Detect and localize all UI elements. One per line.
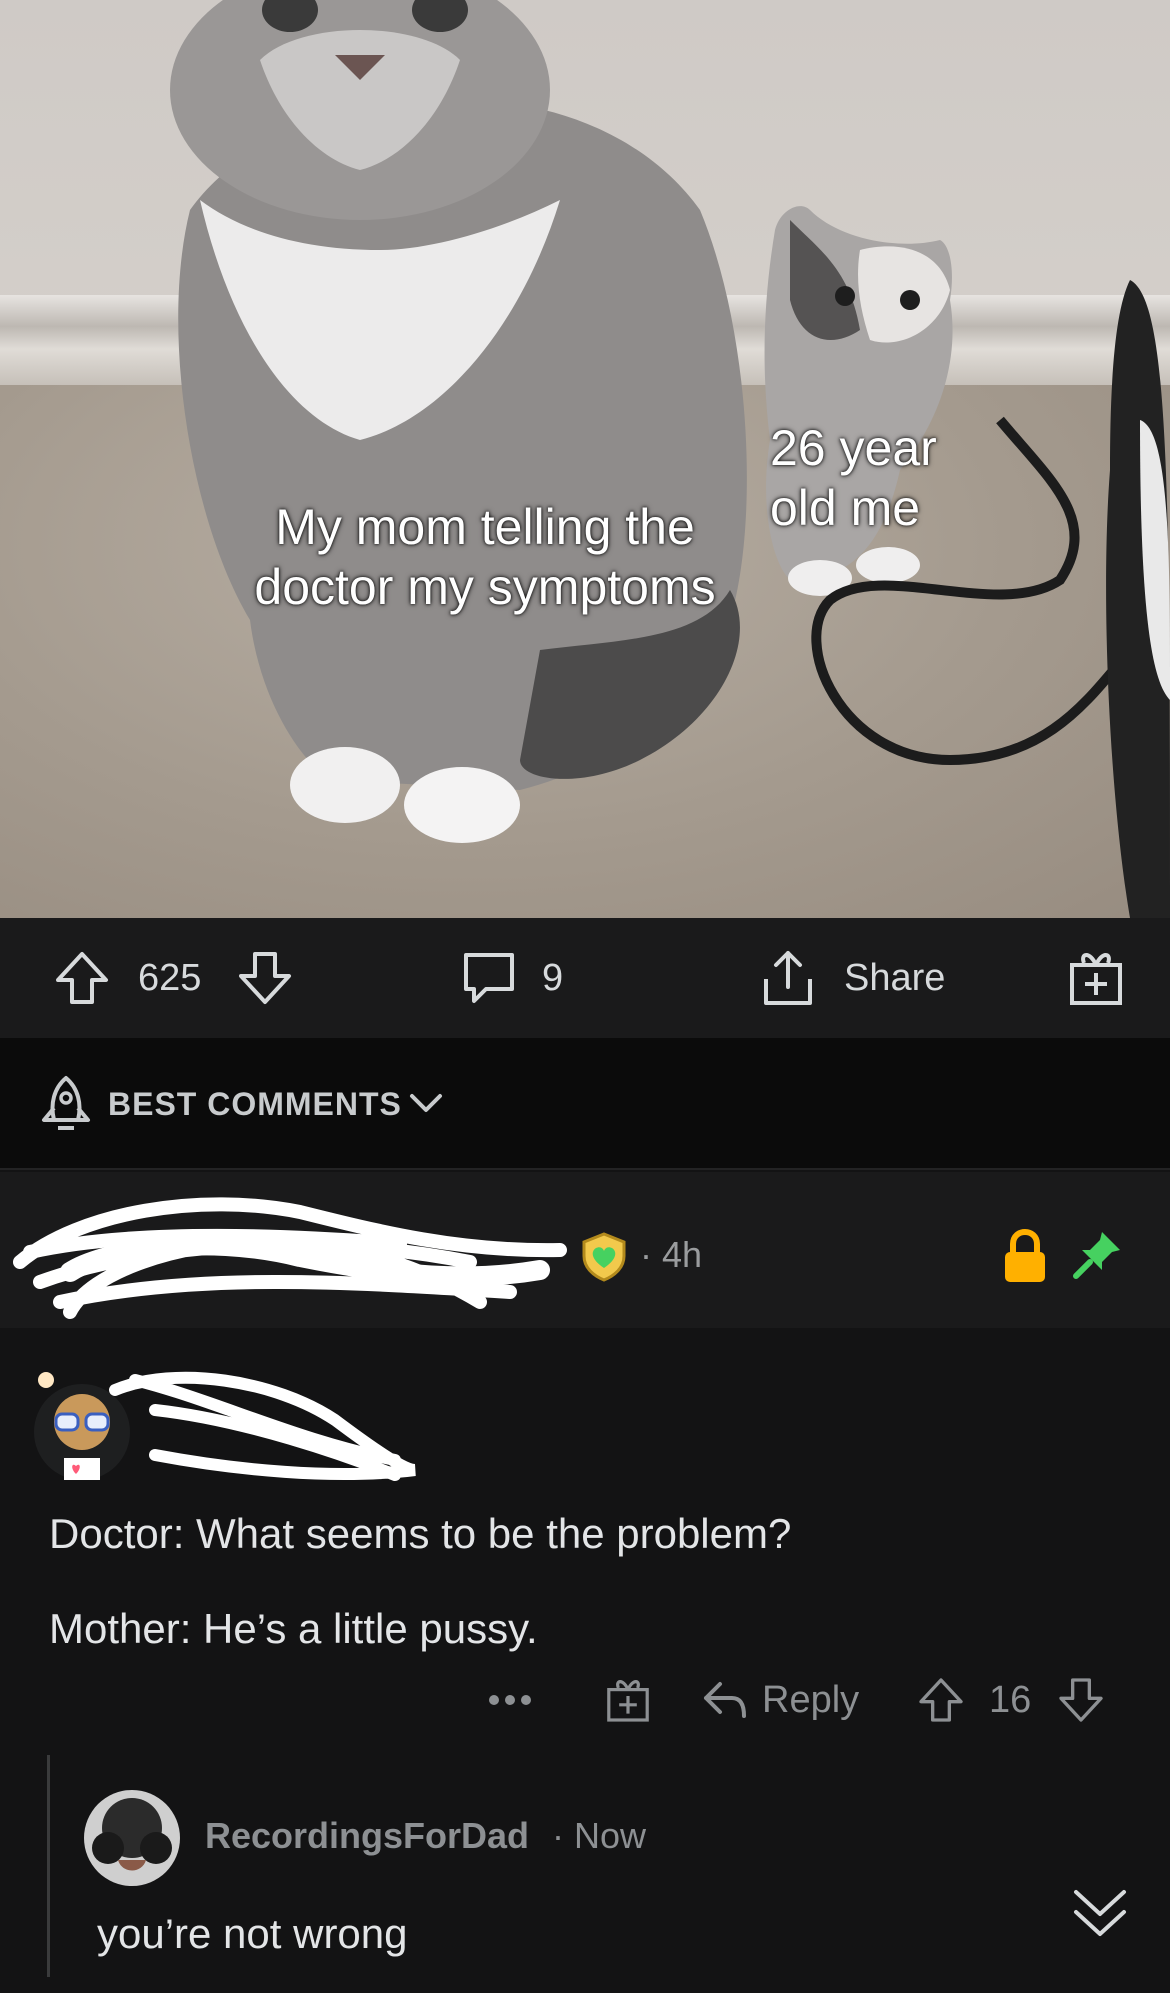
- rocket-icon: [42, 1076, 90, 1130]
- comment-line-1: Doctor: What seems to be the problem?: [49, 1510, 792, 1557]
- meme-caption-right: 26 year old me: [770, 420, 937, 536]
- upvote-arrow-icon: [56, 952, 108, 1004]
- share-icon: [764, 951, 812, 1005]
- reply-button[interactable]: Reply: [702, 1660, 859, 1740]
- meme-caption-left: My mom telling the doctor my symptoms: [254, 499, 716, 615]
- ellipsis-icon: [489, 1695, 531, 1705]
- comment-upvote-button[interactable]: [916, 1660, 966, 1740]
- comment-sort-bar[interactable]: BEST COMMENTS: [0, 1038, 1170, 1170]
- more-options-button[interactable]: [488, 1660, 532, 1740]
- collapse-chevron-icon[interactable]: [1068, 1880, 1132, 1944]
- comment-score: 16: [989, 1678, 1032, 1721]
- comment-line-2: Mother: He’s a little pussy.: [49, 1605, 538, 1652]
- pin-icon: [1073, 1232, 1120, 1279]
- reply-arrow-icon: [704, 1682, 746, 1718]
- mod-comment-collapsed[interactable]: · 4h: [0, 1172, 1170, 1328]
- comment: Doctor: What seems to be the problem? Mo…: [0, 1330, 1170, 1993]
- award-button[interactable]: [1066, 918, 1126, 1038]
- redaction-scribble: [13, 1197, 567, 1319]
- comment-count: 9: [542, 956, 564, 999]
- post-image[interactable]: 26 year old me My mom telling the doctor…: [0, 0, 1170, 918]
- downvote-button[interactable]: [235, 918, 295, 1038]
- gift-icon: [607, 1680, 649, 1722]
- upvote-button[interactable]: [52, 918, 112, 1038]
- comment-downvote-button[interactable]: [1056, 1660, 1106, 1740]
- lock-icon: [1005, 1228, 1045, 1282]
- comment-bubble-icon: [464, 953, 514, 1003]
- reply-text: you’re not wrong: [97, 1910, 408, 1957]
- cats-illustration: [170, 0, 1170, 918]
- upvote-arrow-icon: [919, 1678, 963, 1722]
- reply-time: · Now: [552, 1815, 647, 1856]
- reply-avatar[interactable]: [82, 1788, 182, 1888]
- reddit-post-screen: { "post": { "caption_left": "My mom tell…: [0, 0, 1170, 1993]
- thread-line[interactable]: [47, 1755, 50, 1977]
- comments-button[interactable]: 9: [458, 918, 563, 1038]
- redaction-scribble: [109, 1371, 416, 1481]
- chevron-down-icon: [410, 1094, 442, 1112]
- post-action-bar: 625 9 Share: [0, 918, 1170, 1038]
- mod-comment-time: · 4h: [640, 1234, 703, 1275]
- sort-label: BEST COMMENTS: [108, 1086, 402, 1122]
- share-label: Share: [844, 956, 946, 999]
- mod-shield-icon: [582, 1232, 626, 1282]
- comment-award-button[interactable]: [604, 1660, 652, 1740]
- vote-count: 625: [138, 956, 202, 999]
- share-button[interactable]: Share: [758, 918, 945, 1038]
- reply-label: Reply: [762, 1678, 860, 1721]
- downvote-arrow-icon: [239, 952, 291, 1004]
- gift-icon: [1070, 953, 1122, 1005]
- reply-username[interactable]: RecordingsForDad: [205, 1815, 529, 1857]
- downvote-arrow-icon: [1059, 1678, 1103, 1722]
